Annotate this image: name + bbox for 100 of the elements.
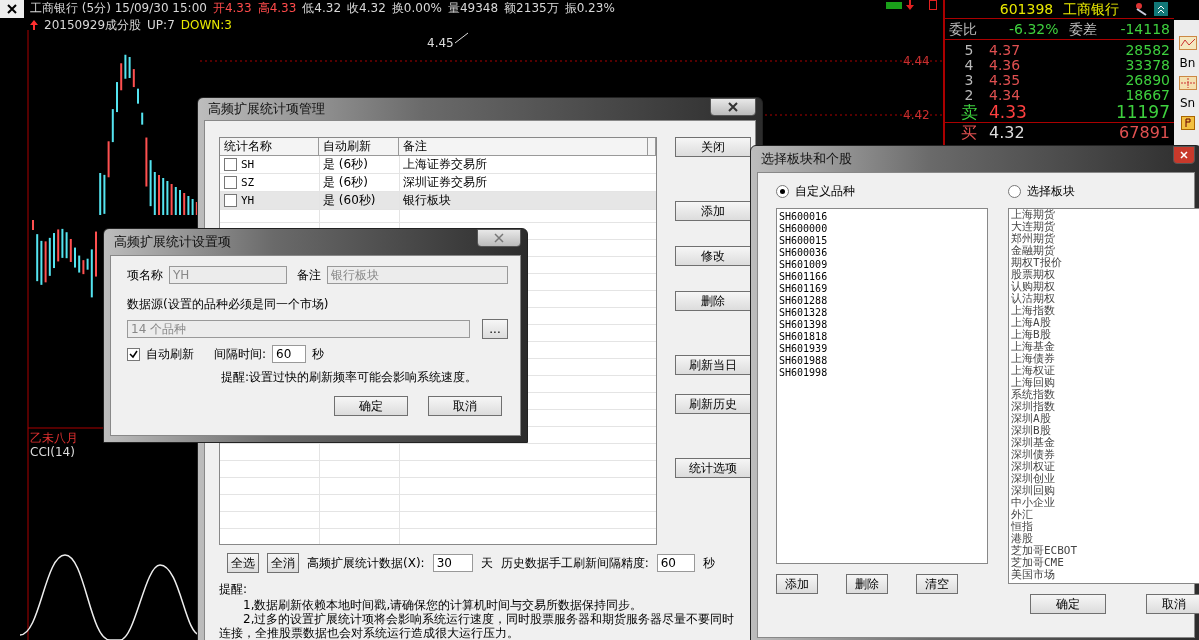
list-row[interactable]: SH 是 (6秒) 上海证券交易所: [220, 156, 656, 174]
list-item[interactable]: 中小企业: [1011, 497, 1199, 509]
list-item[interactable]: SH601939: [779, 343, 985, 355]
interval-field[interactable]: 60: [272, 345, 307, 363]
column-header[interactable]: 统计名称: [220, 138, 319, 155]
window-title: 高频扩展统计项管理: [207, 100, 325, 118]
table-cell-text: 是 (6秒): [322, 174, 369, 191]
list-row[interactable]: SZ 是 (6秒) 深圳证券交易所: [220, 174, 656, 192]
list-item[interactable]: SH601998: [779, 367, 985, 379]
list-item[interactable]: 深圳指数: [1011, 401, 1199, 413]
list-item[interactable]: 认购期权: [1011, 281, 1199, 293]
close-button[interactable]: [477, 229, 521, 247]
list-item[interactable]: SH601009: [779, 259, 985, 271]
list-item[interactable]: 上海B股: [1011, 329, 1199, 341]
toolbar-label[interactable]: Sn: [1179, 96, 1196, 110]
list-item[interactable]: 期权T报价: [1011, 257, 1199, 269]
list-item[interactable]: 深圳B股: [1011, 425, 1199, 437]
list-item[interactable]: 上海回购: [1011, 377, 1199, 389]
chart-icon[interactable]: [1178, 36, 1197, 50]
field-label: 数据源(设置的品种必须是同一个市场): [126, 296, 330, 313]
list-item[interactable]: 上海A股: [1011, 317, 1199, 329]
flag-icon[interactable]: [1180, 116, 1195, 130]
table-cell-text: 深圳证券交易所: [402, 174, 488, 191]
checkbox[interactable]: [127, 347, 140, 361]
tip-text: 2,过多的设置扩展统计项将会影响系统运行速度，同时股票服务器和期货服务器尽量不要同时连接，全推股票数据也会对系统运行造成很大运行压力。: [219, 612, 736, 640]
cancel-button[interactable]: 取消: [1146, 594, 1199, 614]
list-item[interactable]: 上海债券: [1011, 353, 1199, 365]
quote-text: 额2135万: [504, 0, 559, 17]
ok-button[interactable]: 确定: [334, 396, 408, 416]
checkbox[interactable]: [224, 176, 237, 189]
candle: [141, 112, 144, 125]
action-button[interactable]: 删除: [675, 291, 751, 311]
list-item[interactable]: 股票期权: [1011, 269, 1199, 281]
close-button[interactable]: [0, 0, 24, 18]
list-item[interactable]: 系统指数: [1011, 389, 1199, 401]
action-button[interactable]: 添加: [675, 201, 751, 221]
table-cell-text: 是 (6秒): [322, 156, 369, 173]
list-item[interactable]: 深圳A股: [1011, 413, 1199, 425]
close-button[interactable]: [1173, 146, 1195, 164]
list-item[interactable]: SH601169: [779, 283, 985, 295]
select-all-button[interactable]: 全选: [227, 553, 259, 573]
clear-all-button[interactable]: 全消: [267, 553, 299, 573]
list-item[interactable]: SH601398: [779, 319, 985, 331]
action-button[interactable]: 刷新历史: [675, 394, 751, 414]
radio-button[interactable]: [776, 185, 789, 198]
list-item[interactable]: 外汇: [1011, 509, 1199, 521]
list-row[interactable]: YH 是 (60秒) 银行板块: [220, 192, 656, 210]
list-item[interactable]: SH600036: [779, 247, 985, 259]
action-button[interactable]: 刷新当日: [675, 355, 751, 375]
action-button[interactable]: 关闭: [675, 137, 751, 157]
browse-button[interactable]: ...: [482, 319, 508, 339]
list-item[interactable]: 大连期货: [1011, 221, 1199, 233]
unit-label: 秒: [702, 554, 715, 572]
list-item[interactable]: 金融期货: [1011, 245, 1199, 257]
column-header[interactable]: 自动刷新: [319, 138, 399, 155]
list-item[interactable]: 深圳权证: [1011, 461, 1199, 473]
list-item[interactable]: 深圳创业: [1011, 473, 1199, 485]
list-item[interactable]: SH601328: [779, 307, 985, 319]
list-item[interactable]: SH600000: [779, 223, 985, 235]
days-field[interactable]: 30: [432, 554, 473, 572]
close-icon: [1180, 151, 1188, 159]
radio-button[interactable]: [1008, 185, 1021, 198]
column-header[interactable]: 备注: [399, 138, 648, 155]
list-item[interactable]: 深圳基金: [1011, 437, 1199, 449]
list-item[interactable]: 深圳回购: [1011, 485, 1199, 497]
list-item[interactable]: 上海权证: [1011, 365, 1199, 377]
list-item[interactable]: 芝加哥CME: [1011, 557, 1199, 569]
list-item[interactable]: SH601818: [779, 331, 985, 343]
list-item[interactable]: 上海基金: [1011, 341, 1199, 353]
close-icon: [7, 4, 17, 14]
list-item[interactable]: 上海指数: [1011, 305, 1199, 317]
list-button[interactable]: 删除: [846, 574, 888, 594]
list-item[interactable]: 港股: [1011, 533, 1199, 545]
checkbox[interactable]: [224, 158, 237, 171]
cancel-button[interactable]: 取消: [428, 396, 502, 416]
action-button[interactable]: 修改: [675, 246, 751, 266]
list-item[interactable]: 郑州期货: [1011, 233, 1199, 245]
list-item[interactable]: SH601166: [779, 271, 985, 283]
sell-label: 卖: [959, 103, 979, 121]
close-button[interactable]: [710, 98, 756, 116]
chip-icon: [886, 1, 902, 10]
list-item[interactable]: SH601288: [779, 295, 985, 307]
buy-label: 买: [960, 124, 978, 141]
list-button[interactable]: 添加: [776, 574, 818, 594]
toolbar-label[interactable]: Bn: [1179, 56, 1196, 70]
list-item[interactable]: SH600016: [779, 211, 985, 223]
action-button[interactable]: 统计选项: [675, 458, 751, 478]
list-item[interactable]: 上海期货: [1011, 209, 1199, 221]
list-item[interactable]: SH600015: [779, 235, 985, 247]
list-button[interactable]: 清空: [916, 574, 958, 594]
list-item[interactable]: 美国市场: [1011, 569, 1199, 581]
interval-field[interactable]: 60: [656, 554, 695, 572]
checkbox[interactable]: [224, 194, 237, 207]
list-item[interactable]: 恒指: [1011, 521, 1199, 533]
list-item[interactable]: 深圳债券: [1011, 449, 1199, 461]
list-item[interactable]: 芝加哥ECBOT: [1011, 545, 1199, 557]
quote-text: 高4.33: [257, 0, 297, 17]
ok-button[interactable]: 确定: [1030, 594, 1106, 614]
list-item[interactable]: SH601988: [779, 355, 985, 367]
list-item[interactable]: 认沽期权: [1011, 293, 1199, 305]
